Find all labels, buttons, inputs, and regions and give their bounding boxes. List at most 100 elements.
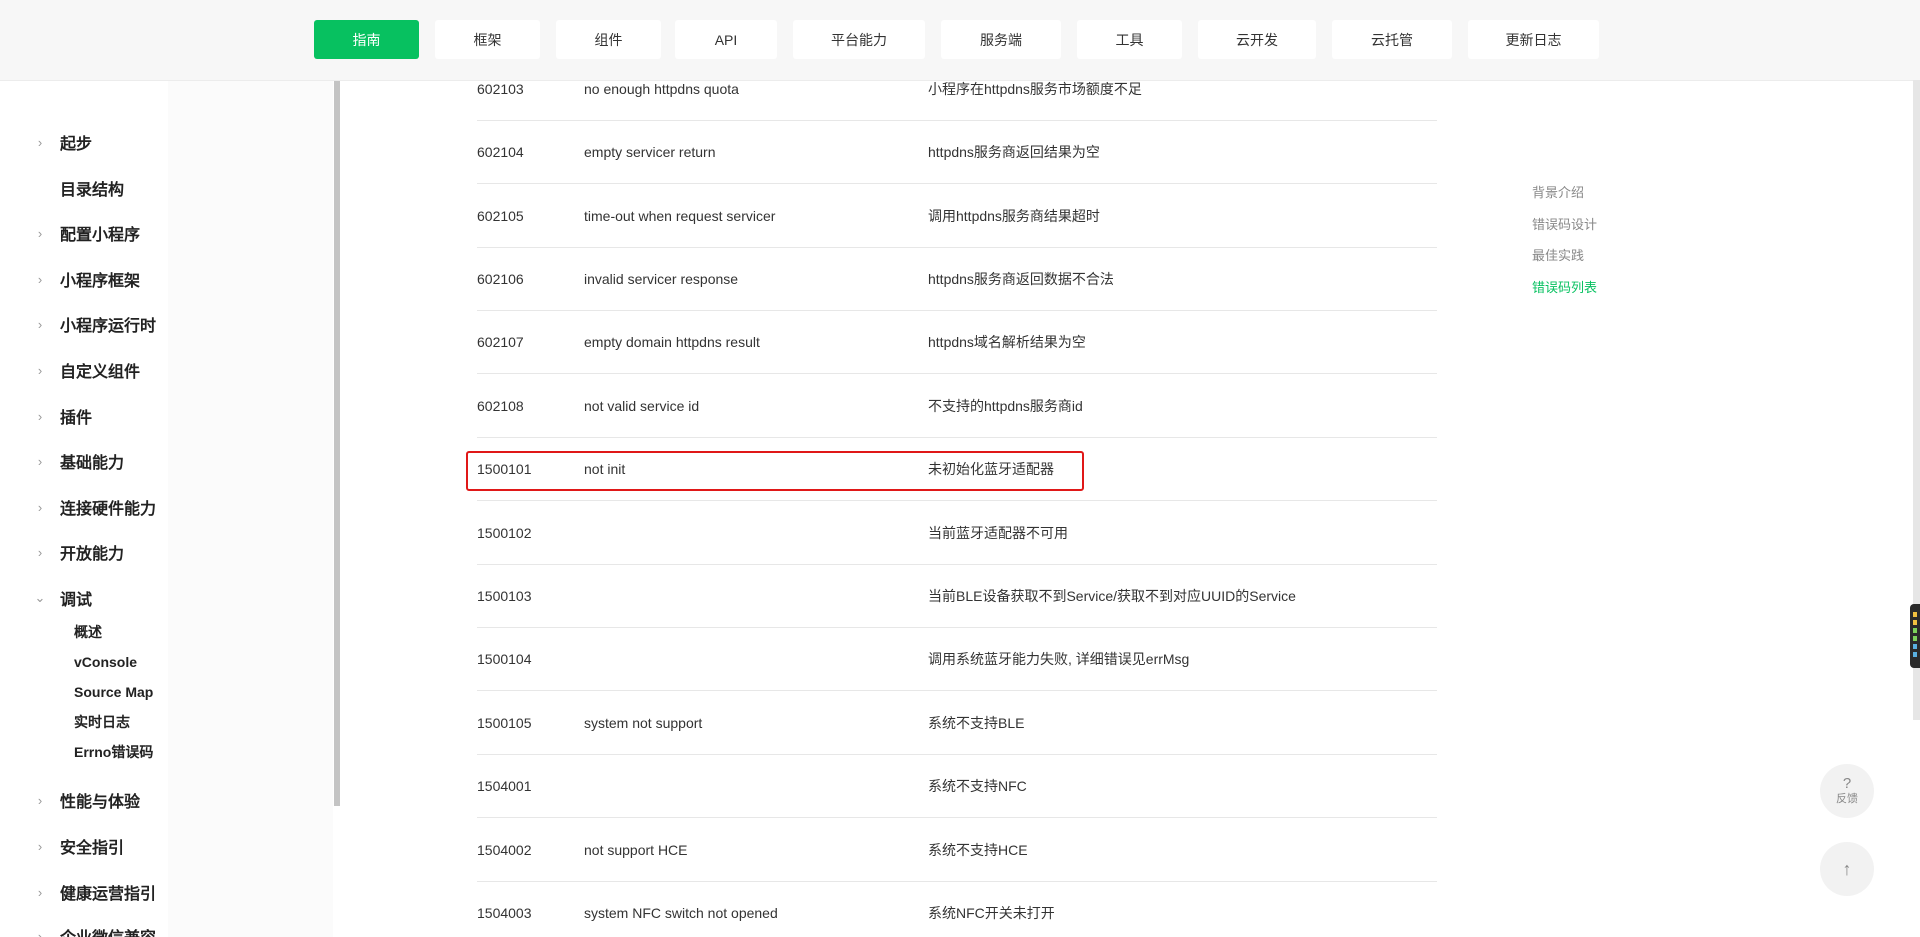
error-description: 系统不支持NFC (928, 777, 1027, 794)
table-row: 602108 not valid service id 不支持的httpdns服… (477, 374, 1437, 438)
tab-cloud-hosting[interactable]: 云托管 (1332, 20, 1452, 59)
error-code: 602107 (477, 333, 524, 350)
toc-item-best-practice[interactable]: 最佳实践 (1532, 245, 1584, 264)
error-code: 602106 (477, 270, 524, 287)
tab-cloud-dev[interactable]: 云开发 (1198, 20, 1316, 59)
sidebar-item-label: 健康运营指引 (60, 886, 157, 903)
chevron-right-icon: › (37, 453, 43, 469)
table-row: 1500104 调用系统蓝牙能力失败, 详细错误见errMsg (477, 627, 1437, 691)
chevron-right-icon: › (37, 499, 43, 515)
sidebar-subitem-realtime-log[interactable]: 实时日志 (0, 709, 330, 735)
table-row: 1500102 当前蓝牙适配器不可用 (477, 501, 1437, 565)
error-description: httpdns服务商返回数据不合法 (928, 270, 1114, 287)
chevron-right-icon: › (37, 271, 43, 287)
error-message: system not support (584, 714, 703, 731)
tab-framework[interactable]: 框架 (435, 20, 540, 59)
sidebar-subitem-source-map[interactable]: Source Map (0, 679, 330, 705)
sidebar-item-runtime[interactable]: › 小程序运行时 (0, 309, 330, 339)
tab-server[interactable]: 服务端 (941, 20, 1061, 59)
sidebar-item-open-capabilities[interactable]: › 开放能力 (0, 537, 330, 567)
chevron-right-icon: › (37, 408, 43, 424)
sidebar-subitem-overview[interactable]: 概述 (0, 619, 330, 645)
error-code: 1504003 (477, 904, 532, 921)
sidebar-item-label: 起步 (60, 136, 93, 153)
sidebar-item-label: 安全指引 (60, 840, 125, 857)
error-description: 小程序在httpdns服务市场额度不足 (928, 80, 1142, 97)
sidebar-item-label: 配置小程序 (60, 227, 141, 244)
sidebar-item-directory[interactable]: 目录结构 (0, 173, 330, 203)
arrow-up-icon: ↑ (1842, 859, 1852, 879)
error-code: 1504002 (477, 841, 532, 858)
sidebar-scrollbar[interactable] (334, 81, 340, 806)
sidebar-item-label: 自定义组件 (60, 364, 141, 381)
error-message: empty servicer return (584, 143, 716, 160)
sidebar: › 起步 目录结构 › 配置小程序 › 小程序框架 › 小程序运行时 › 自定义… (0, 81, 333, 937)
sidebar-item-plugins[interactable]: › 插件 (0, 401, 330, 431)
chevron-right-icon: › (37, 316, 43, 332)
toc-item-error-list[interactable]: 错误码列表 (1532, 277, 1597, 296)
sidebar-item-wecom[interactable]: › 企业微信兼容 (0, 921, 330, 937)
indicator-bar (1913, 644, 1917, 649)
sidebar-item-start[interactable]: › 起步 (0, 127, 330, 157)
toc-item-background[interactable]: 背景介绍 (1532, 182, 1584, 201)
error-description: httpdns域名解析结果为空 (928, 333, 1086, 350)
sidebar-subitem-label: Source Map (74, 684, 154, 700)
error-message: time-out when request servicer (584, 207, 776, 224)
tab-changelog[interactable]: 更新日志 (1468, 20, 1599, 59)
error-code: 1500102 (477, 524, 532, 541)
sidebar-item-label: 连接硬件能力 (60, 501, 157, 518)
error-code: 1500105 (477, 714, 532, 731)
sidebar-item-performance[interactable]: › 性能与体验 (0, 785, 330, 815)
error-code: 602103 (477, 80, 524, 97)
error-code: 1500104 (477, 650, 532, 667)
sidebar-item-basic-capabilities[interactable]: › 基础能力 (0, 446, 330, 476)
sidebar-subitem-errno[interactable]: Errno错误码 (0, 739, 330, 765)
table-row: 602107 empty domain httpdns result httpd… (477, 310, 1437, 374)
sidebar-subitem-label: 实时日志 (74, 714, 130, 730)
sidebar-item-health-ops[interactable]: › 健康运营指引 (0, 877, 330, 907)
feedback-button[interactable]: ? 反馈 (1820, 764, 1874, 818)
highlight-box (466, 451, 1084, 491)
chevron-right-icon: › (37, 884, 43, 900)
tab-tools[interactable]: 工具 (1077, 20, 1182, 59)
error-code: 1500103 (477, 587, 532, 604)
chevron-right-icon: › (37, 928, 43, 937)
tab-api[interactable]: API (675, 20, 777, 59)
sidebar-item-label: 基础能力 (60, 455, 125, 472)
error-description: 当前蓝牙适配器不可用 (928, 524, 1068, 541)
toc-item-error-design[interactable]: 错误码设计 (1532, 214, 1597, 233)
indicator-bar (1913, 652, 1917, 657)
table-row: 1504002 not support HCE 系统不支持HCE (477, 818, 1437, 882)
sidebar-item-debug[interactable]: ⌄ 调试 (0, 583, 330, 613)
back-to-top-button[interactable]: ↑ (1820, 842, 1874, 896)
sidebar-subitem-vconsole[interactable]: vConsole (0, 649, 330, 675)
error-message: not valid service id (584, 397, 700, 414)
edge-widget[interactable] (1910, 604, 1920, 668)
error-message: not support HCE (584, 841, 688, 858)
error-description: 系统不支持HCE (928, 841, 1028, 858)
sidebar-item-label: 小程序运行时 (60, 318, 157, 335)
sidebar-item-framework[interactable]: › 小程序框架 (0, 264, 330, 294)
chevron-right-icon: › (37, 838, 43, 854)
sidebar-item-config[interactable]: › 配置小程序 (0, 218, 330, 248)
table-row: 1500103 当前BLE设备获取不到Service/获取不到对应UUID的Se… (477, 564, 1437, 628)
indicator-bar (1913, 620, 1917, 625)
tab-components[interactable]: 组件 (556, 20, 661, 59)
sidebar-item-label: 企业微信兼容 (60, 924, 156, 937)
chevron-right-icon: › (37, 792, 43, 808)
error-description: 不支持的httpdns服务商id (928, 397, 1083, 414)
sidebar-subitem-label: 概述 (74, 624, 102, 640)
chevron-down-icon: ⌄ (34, 590, 46, 605)
table-row: 1504001 系统不支持NFC (477, 754, 1437, 818)
sidebar-item-custom-components[interactable]: › 自定义组件 (0, 355, 330, 385)
error-description: 系统NFC开关未打开 (928, 904, 1055, 921)
tab-guide[interactable]: 指南 (314, 20, 419, 59)
error-code: 602104 (477, 143, 524, 160)
question-icon: ? (1842, 775, 1852, 792)
tab-platform[interactable]: 平台能力 (793, 20, 925, 59)
sidebar-item-security[interactable]: › 安全指引 (0, 831, 330, 861)
sidebar-item-label: 性能与体验 (60, 794, 141, 811)
error-description: 系统不支持BLE (928, 714, 1025, 731)
sidebar-item-hardware[interactable]: › 连接硬件能力 (0, 492, 330, 522)
indicator-bar (1913, 636, 1917, 641)
